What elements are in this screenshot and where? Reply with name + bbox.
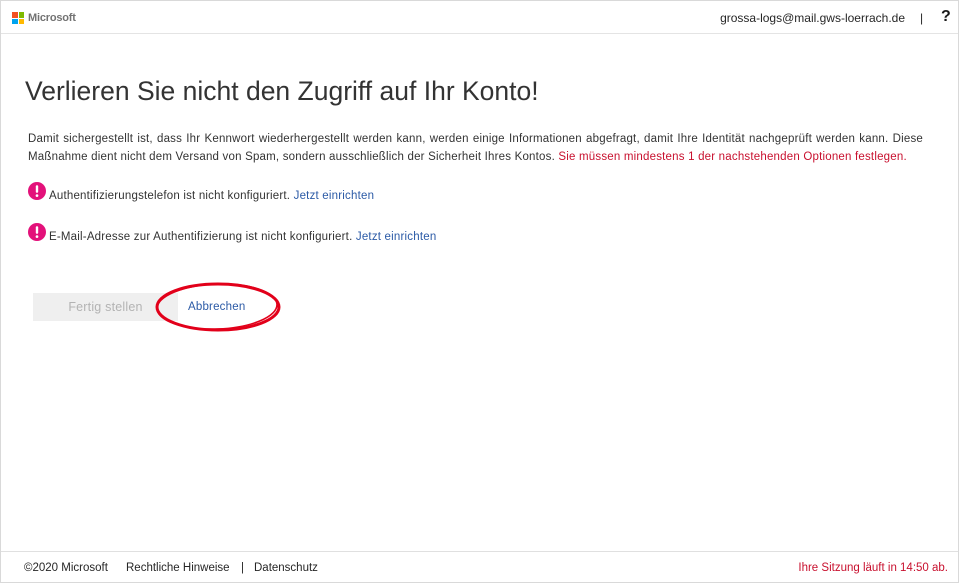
finish-button[interactable]: Fertig stellen xyxy=(33,293,178,321)
privacy-link[interactable]: Datenschutz xyxy=(254,561,318,575)
top-bar: Microsoft grossa-logs@mail.gws-loerrach.… xyxy=(1,1,958,34)
microsoft-logo-icon xyxy=(12,12,24,24)
logo-square-blue xyxy=(12,18,18,24)
alert-item-phone: Authentifizierungstelefon ist nicht konf… xyxy=(49,189,374,204)
brand-name: Microsoft xyxy=(28,12,76,24)
logo-square-red xyxy=(12,12,18,18)
account-email[interactable]: grossa-logs@mail.gws-loerrach.de xyxy=(720,10,905,26)
setup-email-link[interactable]: Jetzt einrichten xyxy=(356,231,437,243)
logo-square-green xyxy=(18,12,24,18)
alert-icon xyxy=(28,182,46,200)
copyright-text: ©2020 Microsoft xyxy=(24,562,108,574)
alert-icon xyxy=(28,223,46,241)
footer-separator: | xyxy=(241,562,244,574)
intro-text: Damit sichergestellt ist, dass Ihr Kennw… xyxy=(28,130,923,166)
page-frame: Microsoft grossa-logs@mail.gws-loerrach.… xyxy=(0,0,959,583)
alert-message: E-Mail-Adresse zur Authentifizierung ist… xyxy=(49,231,353,243)
page-title: Verlieren Sie nicht den Zugriff auf Ihr … xyxy=(25,76,539,106)
help-button[interactable]: ? xyxy=(941,7,951,27)
legal-link[interactable]: Rechtliche Hinweise xyxy=(126,561,230,575)
intro-requirement: Sie müssen mindestens 1 der nachstehende… xyxy=(558,151,907,163)
session-timeout-notice: Ihre Sitzung läuft in 14:50 ab. xyxy=(798,562,948,574)
header-separator: | xyxy=(920,11,924,25)
alert-item-email: E-Mail-Adresse zur Authentifizierung ist… xyxy=(49,230,436,245)
setup-phone-link[interactable]: Jetzt einrichten xyxy=(294,190,375,202)
logo-square-yellow xyxy=(18,18,24,24)
cancel-link[interactable]: Abbrechen xyxy=(188,300,245,315)
footer: ©2020 Microsoft Rechtliche Hinweise | Da… xyxy=(1,551,958,583)
alert-message: Authentifizierungstelefon ist nicht konf… xyxy=(49,190,291,202)
